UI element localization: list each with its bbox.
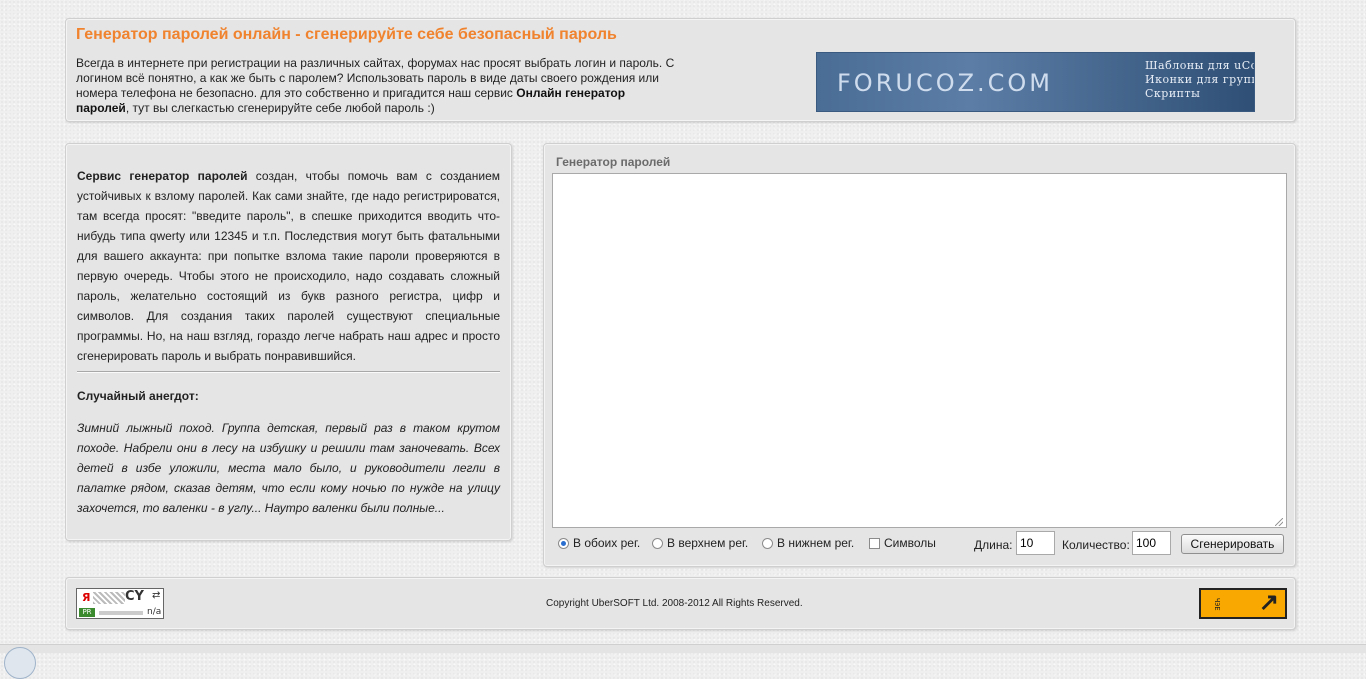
banner-link-scripts[interactable]: Скрипты [1145,87,1254,101]
yandex-cy-badge[interactable]: Я CY ⇄ PR n/a [76,588,164,619]
footer-panel: Я CY ⇄ PR n/a Copyright UberSOFT Ltd. 20… [65,577,1296,630]
pr-label: PR [79,608,95,617]
yandex-logo-icon: Я [82,591,91,604]
option-lower-case-label: В нижнем рег. [777,536,855,550]
intro-text-end: , тут вы слегкастью сгенерируйте себе лю… [125,101,435,115]
length-input[interactable] [1016,531,1055,555]
radio-lower-case[interactable] [762,537,773,549]
resize-grip-icon[interactable] [1275,518,1283,526]
badge-pattern [93,592,125,604]
option-both-case[interactable]: В обоих рег. [558,536,640,550]
radio-both-case[interactable] [558,537,569,549]
counter-badge[interactable]: ЧЭЕ ↗ [1199,588,1287,619]
banner-links: Шаблоны для uCoz Иконки для групп Скрипт… [1145,59,1254,101]
page-title: Генератор паролей онлайн - сгенерируйте … [76,26,617,43]
generator-panel: Генератор паролей В обоих рег. В верхнем… [543,143,1296,567]
info-panel: Сервис генератор паролей создан, чтобы п… [65,143,512,541]
divider [77,371,500,373]
banner-brand: FORUCOZ.COM [837,69,1054,97]
banner-link-icons[interactable]: Иконки для групп [1145,73,1254,87]
copyright-text: Copyright UberSOFT Ltd. 2008-2012 All Ri… [546,598,803,609]
header-panel: Генератор паролей онлайн - сгенерируйте … [65,18,1296,122]
checkbox-symbols[interactable] [869,537,880,549]
count-label: Количество: [1062,538,1130,552]
joke-title: Случайный анегдот: [77,389,199,403]
intro-text: Всегда в интернете при регистрации на ра… [76,56,676,116]
generate-button[interactable]: Сгенерировать [1181,534,1284,554]
banner-link-templates[interactable]: Шаблоны для uCoz [1145,59,1254,73]
generator-controls: В обоих рег. В верхнем рег. В нижнем рег… [556,530,1291,558]
option-symbols-label: Символы [884,536,936,550]
pr-bar [99,611,143,615]
option-upper-case-label: В верхнем рег. [667,536,749,550]
cy-label: CY [125,589,144,604]
service-description-text: создан, чтобы помочь вам с созданием уст… [77,169,500,363]
service-description: Сервис генератор паролей создан, чтобы п… [77,166,500,366]
arrow-up-right-icon: ↗ [1258,589,1279,616]
option-symbols[interactable]: Символы [869,536,936,550]
refresh-icon: ⇄ [152,590,161,601]
generator-title: Генератор паролей [556,155,671,169]
option-both-case-label: В обоих рег. [573,536,641,550]
service-name: Сервис генератор паролей [77,169,248,183]
joke-text: Зимний лыжный поход. Группа детская, пер… [77,421,500,515]
option-lower-case[interactable]: В нижнем рег. [762,536,854,550]
password-output[interactable] [552,173,1287,528]
radio-upper-case[interactable] [652,537,663,549]
count-input[interactable] [1132,531,1171,555]
forucoz-banner[interactable]: FORUCOZ.COM Шаблоны для uCoz Иконки для … [816,52,1255,112]
length-label: Длина: [974,538,1013,552]
pr-value: n/a [147,607,162,617]
option-upper-case[interactable]: В верхнем рег. [652,536,748,550]
counter-letters: ЧЭЕ [1213,598,1221,611]
